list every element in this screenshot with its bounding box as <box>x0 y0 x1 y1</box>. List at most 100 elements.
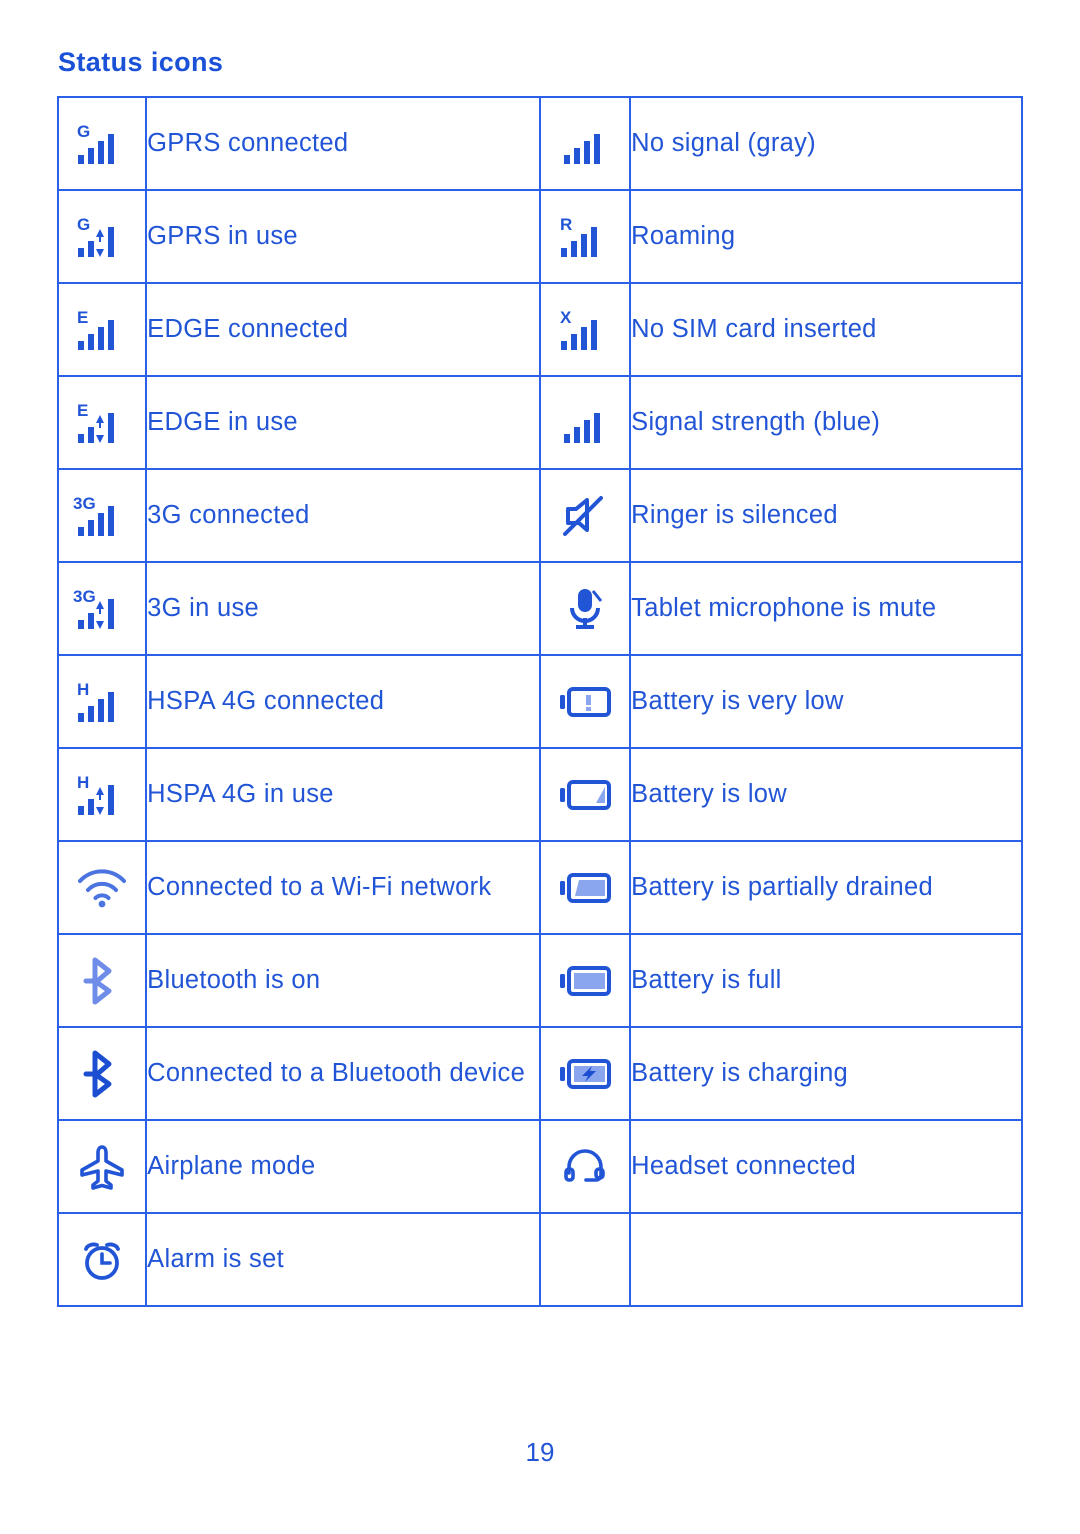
icon-cell-empty <box>538 1212 632 1307</box>
document-page: Status icons G GPRS connected No signal … <box>0 0 1080 1534</box>
icon-cell-3g-connected: 3G <box>56 468 148 563</box>
table-row: Alarm is set <box>56 1212 1023 1307</box>
ringer-silenced-icon <box>561 493 609 539</box>
label-battery-very-low: Battery is very low <box>629 654 1023 749</box>
signal-edge-in-use-icon: E <box>74 398 130 448</box>
signal-edge-connected-icon: E <box>74 305 130 355</box>
table-row: E EDGE in use Signal strength (blue) <box>56 375 1023 470</box>
airplane-icon <box>78 1142 126 1192</box>
bluetooth-on-icon <box>83 956 121 1006</box>
table-row: Airplane mode Headset connected <box>56 1119 1023 1214</box>
signal-3g-in-use-icon: 3G <box>72 584 132 634</box>
icon-cell-signal-strength <box>538 375 632 470</box>
svg-text:E: E <box>77 401 88 420</box>
battery-charging-icon <box>558 1057 612 1091</box>
label-battery-charging: Battery is charging <box>629 1026 1023 1121</box>
table-row: H HSPA 4G in use Battery is low <box>56 747 1023 842</box>
icon-cell-battery-partial <box>538 840 632 935</box>
svg-text:H: H <box>77 773 89 792</box>
icon-cell-microphone-mute <box>538 561 632 656</box>
table-row: G GPRS connected No signal (gray) <box>56 96 1023 191</box>
label-roaming: Roaming <box>629 189 1023 284</box>
signal-3g-connected-icon: 3G <box>72 491 132 541</box>
icon-cell-bluetooth-connected <box>56 1026 148 1121</box>
alarm-clock-icon <box>77 1235 127 1285</box>
icon-cell-wifi <box>56 840 148 935</box>
label-alarm: Alarm is set <box>145 1212 541 1307</box>
table-row: Connected to a Wi-Fi network Battery is … <box>56 840 1023 935</box>
label-edge-in-use: EDGE in use <box>145 375 541 470</box>
label-no-sim: No SIM card inserted <box>629 282 1023 377</box>
label-microphone-mute: Tablet microphone is mute <box>629 561 1023 656</box>
table-row: G GPRS in use R Roaming <box>56 189 1023 284</box>
battery-full-icon <box>558 964 612 998</box>
icon-cell-alarm <box>56 1212 148 1307</box>
icon-cell-bluetooth-on <box>56 933 148 1028</box>
icon-cell-battery-very-low <box>538 654 632 749</box>
label-hspa-connected: HSPA 4G connected <box>145 654 541 749</box>
icon-cell-edge-in-use: E <box>56 375 148 470</box>
svg-text:R: R <box>560 215 572 234</box>
label-bluetooth-connected: Connected to a Bluetooth device <box>145 1026 541 1121</box>
svg-text:H: H <box>77 680 89 699</box>
signal-hspa-connected-icon: H <box>74 677 130 727</box>
signal-hspa-in-use-icon: H <box>74 770 130 820</box>
label-battery-low: Battery is low <box>629 747 1023 842</box>
battery-very-low-icon <box>558 685 612 719</box>
label-headset: Headset connected <box>629 1119 1023 1214</box>
label-gprs-connected: GPRS connected <box>145 96 541 191</box>
table-row: E EDGE connected X No SIM card inserted <box>56 282 1023 377</box>
icon-cell-hspa-connected: H <box>56 654 148 749</box>
table-row: Bluetooth is on Battery is full <box>56 933 1023 1028</box>
label-ringer-silenced: Ringer is silenced <box>629 468 1023 563</box>
icon-cell-gprs-in-use: G <box>56 189 148 284</box>
icon-cell-gprs-connected: G <box>56 96 148 191</box>
svg-text:3G: 3G <box>73 494 96 513</box>
wifi-icon <box>76 867 128 909</box>
label-wifi: Connected to a Wi-Fi network <box>145 840 541 935</box>
label-3g-in-use: 3G in use <box>145 561 541 656</box>
status-icons-table: G GPRS connected No signal (gray) G GPRS… <box>56 96 1023 1307</box>
label-3g-connected: 3G connected <box>145 468 541 563</box>
table-row: 3G 3G connected Ringer is silenced <box>56 468 1023 563</box>
signal-gprs-in-use-icon: G <box>74 212 130 262</box>
icon-cell-hspa-in-use: H <box>56 747 148 842</box>
signal-gprs-connected-icon: G <box>74 119 130 169</box>
microphone-mute-icon <box>565 585 605 633</box>
svg-text:G: G <box>77 122 90 141</box>
label-no-signal: No signal (gray) <box>629 96 1023 191</box>
icon-cell-battery-low <box>538 747 632 842</box>
table-row: Connected to a Bluetooth device Battery … <box>56 1026 1023 1121</box>
svg-text:3G: 3G <box>73 587 96 606</box>
page-title: Status icons <box>58 47 224 77</box>
label-battery-partial: Battery is partially drained <box>629 840 1023 935</box>
signal-roaming-icon: R <box>557 212 613 262</box>
svg-text:G: G <box>77 215 90 234</box>
icon-cell-headset <box>538 1119 632 1214</box>
label-empty <box>629 1212 1023 1307</box>
label-gprs-in-use: GPRS in use <box>145 189 541 284</box>
bluetooth-connected-icon <box>83 1049 121 1099</box>
icon-cell-ringer-silenced <box>538 468 632 563</box>
icon-cell-no-signal <box>538 96 632 191</box>
label-hspa-in-use: HSPA 4G in use <box>145 747 541 842</box>
icon-cell-battery-full <box>538 933 632 1028</box>
label-signal-strength: Signal strength (blue) <box>629 375 1023 470</box>
table-row: H HSPA 4G connected Battery is very low <box>56 654 1023 749</box>
label-bluetooth-on: Bluetooth is on <box>145 933 541 1028</box>
battery-partial-icon <box>558 871 612 905</box>
signal-no-signal-icon <box>560 119 610 169</box>
label-edge-connected: EDGE connected <box>145 282 541 377</box>
battery-low-icon <box>558 778 612 812</box>
page-number: 19 <box>525 1437 555 1467</box>
svg-text:E: E <box>77 308 88 327</box>
headset-icon <box>562 1145 608 1189</box>
icon-cell-airplane <box>56 1119 148 1214</box>
signal-strength-icon <box>560 398 610 448</box>
label-battery-full: Battery is full <box>629 933 1023 1028</box>
icon-cell-roaming: R <box>538 189 632 284</box>
table-row: 3G 3G in use Tablet microphone is mute <box>56 561 1023 656</box>
icon-cell-no-sim: X <box>538 282 632 377</box>
icon-cell-edge-connected: E <box>56 282 148 377</box>
icon-cell-battery-charging <box>538 1026 632 1121</box>
